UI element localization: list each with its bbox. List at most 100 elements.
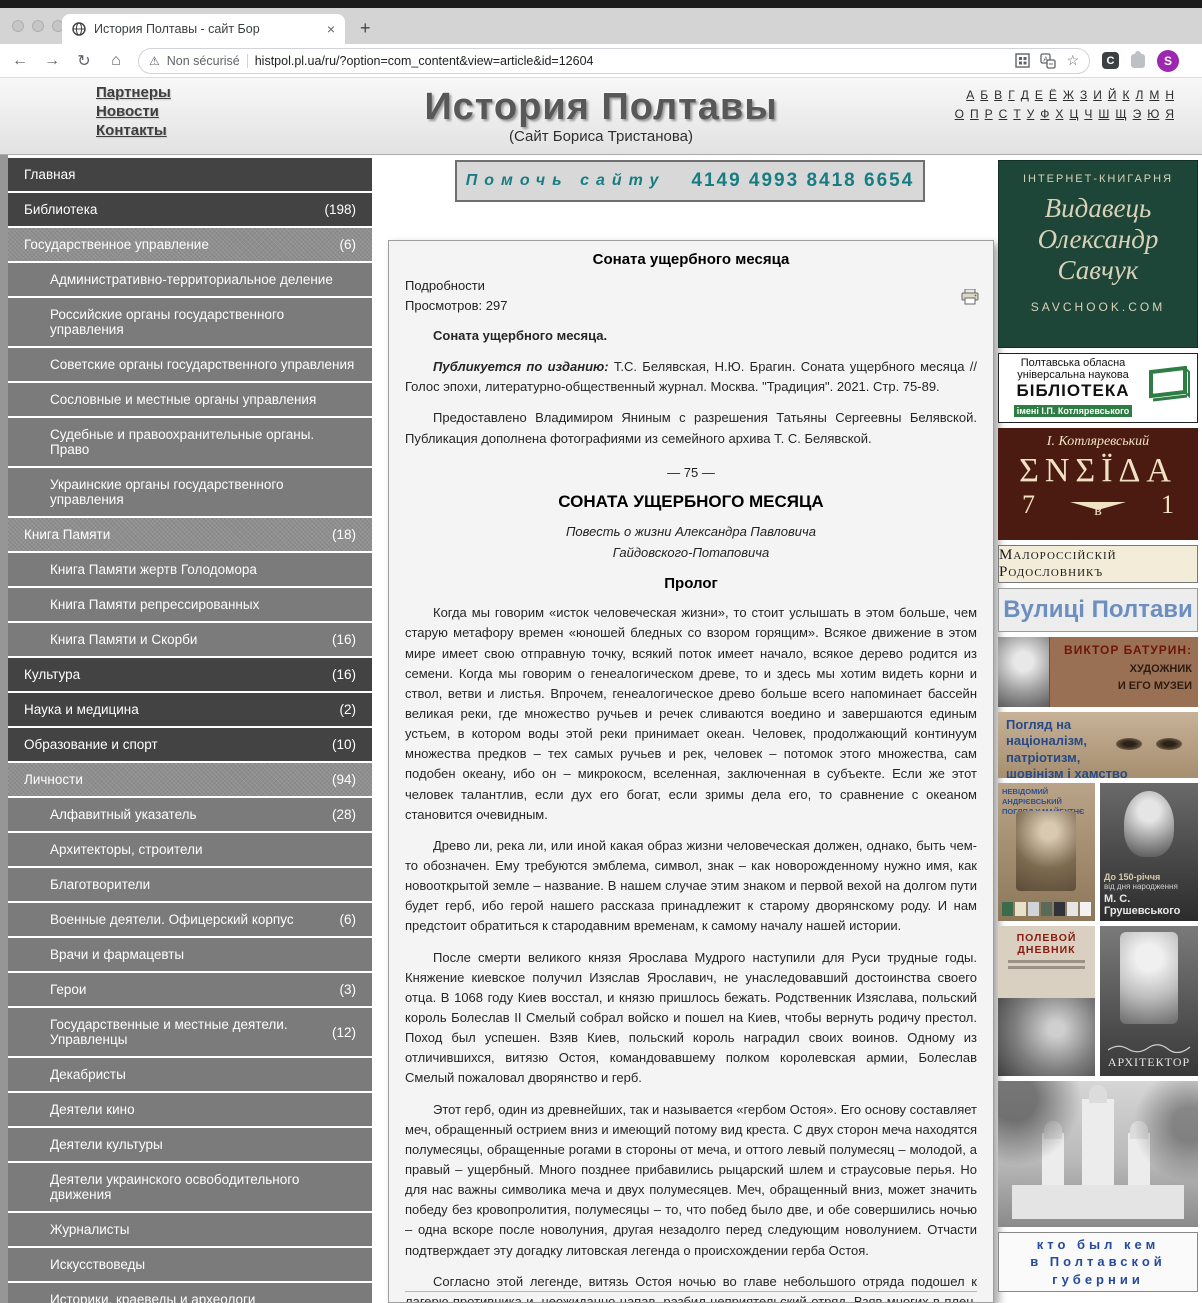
- sidebar-item[interactable]: Деятели кино: [8, 1093, 372, 1126]
- banner-andriievskyi[interactable]: НЕВІДОМИЙ АНДРІЄВСЬКИЙ ПОГЛЯД У МАЙБУТНЄ: [998, 783, 1095, 921]
- banner-rodoslovnik[interactable]: Малороссійскій Родословникъ: [998, 545, 1198, 583]
- banner-baturin[interactable]: ВИКТОР БАТУРИН: ХУДОЖНИК И ЕГО МУЗЕИ: [998, 637, 1198, 707]
- banner-pohliad[interactable]: Погляд на націоналізм, патріотизм, шовін…: [998, 712, 1198, 778]
- pohliad-line4: шовінізм і хамство: [1006, 766, 1190, 778]
- alphabet-letter[interactable]: Ш: [1098, 107, 1109, 121]
- sidebar-item[interactable]: Благотворители: [8, 868, 372, 901]
- alphabet-letter[interactable]: Г: [1008, 88, 1015, 102]
- sidebar-item[interactable]: Главная: [8, 158, 372, 191]
- alphabet-letter[interactable]: М: [1149, 88, 1159, 102]
- sidebar-item[interactable]: Книга Памяти репрессированных: [8, 588, 372, 621]
- reload-icon[interactable]: ↻: [74, 51, 94, 71]
- sidebar-item[interactable]: Судебные и правоохранительные органы. Пр…: [8, 418, 372, 466]
- alphabet-letter[interactable]: Н: [1165, 88, 1174, 102]
- sidebar-item[interactable]: Деятели украинского освободительного дви…: [8, 1163, 372, 1211]
- alphabet-letter[interactable]: Ц: [1069, 107, 1078, 121]
- back-icon[interactable]: ←: [10, 52, 30, 70]
- sidebar-item[interactable]: Культура(16): [8, 658, 372, 691]
- sidebar-item[interactable]: Государственные и местные деятели. Управ…: [8, 1008, 372, 1056]
- banner-arkhitektor[interactable]: АРХІТЕКТОР: [1100, 926, 1198, 1076]
- sidebar-item[interactable]: Алфавитный указатель(28): [8, 798, 372, 831]
- alphabet-letter[interactable]: О: [955, 107, 964, 121]
- profile-avatar[interactable]: S: [1157, 50, 1179, 72]
- baturin-line3: И ЕГО МУЗЕИ: [1056, 678, 1192, 695]
- alphabet-letter[interactable]: Л: [1135, 88, 1143, 102]
- sidebar-item[interactable]: Журналисты: [8, 1213, 372, 1246]
- alphabet-letter[interactable]: Ф: [1040, 107, 1049, 121]
- alphabet-letter[interactable]: Р: [985, 107, 993, 121]
- sidebar-item[interactable]: Врачи и фармацевты: [8, 938, 372, 971]
- alphabet-letter[interactable]: Щ: [1115, 107, 1126, 121]
- minimize-window-button[interactable]: [32, 20, 44, 32]
- alphabet-letter[interactable]: Э: [1133, 107, 1142, 121]
- banner-polevoi-dnevnik[interactable]: ПОЛЕВОЙ ДНЕВНИК: [998, 926, 1095, 1076]
- print-icon[interactable]: [961, 289, 979, 305]
- sidebar-item[interactable]: Герои(3): [8, 973, 372, 1006]
- sidebar-item[interactable]: Российские органы государственного управ…: [8, 298, 372, 346]
- sidebar-item[interactable]: Книга Памяти и Скорби(16): [8, 623, 372, 656]
- banner-vulytsi-poltavy[interactable]: Вулиці Полтави: [998, 588, 1198, 632]
- sidebar-item[interactable]: Архитекторы, строители: [8, 833, 372, 866]
- alphabet-letter[interactable]: К: [1122, 88, 1129, 102]
- sidebar-item[interactable]: Деятели культуры: [8, 1128, 372, 1161]
- browser-tab[interactable]: История Полтавы - сайт Бор ×: [62, 14, 345, 44]
- sidebar-item[interactable]: Сословные и местные органы управления: [8, 383, 372, 416]
- apps-grid-icon[interactable]: [1015, 53, 1030, 68]
- banner-savchook[interactable]: ІНТЕРНЕТ-КНИГАРНЯ Видавець Олександр Сав…: [998, 160, 1198, 348]
- alphabet-letter[interactable]: Й: [1108, 88, 1117, 102]
- alphabet-letter[interactable]: Д: [1021, 88, 1029, 102]
- alphabet-letter[interactable]: Т: [1013, 107, 1020, 121]
- alphabet-letter[interactable]: А: [966, 88, 974, 102]
- alphabet-letter[interactable]: Ж: [1063, 88, 1074, 102]
- alphabet-letter[interactable]: Ё: [1049, 88, 1057, 102]
- sidebar-item[interactable]: Военные деятели. Офицерский корпус(6): [8, 903, 372, 936]
- sidebar-item[interactable]: Государственное управление(6): [8, 228, 372, 261]
- sidebar-item[interactable]: Личности(94): [8, 763, 372, 796]
- andriievskyi-line1: НЕВІДОМИЙ АНДРІЄВСЬКИЙ: [1002, 787, 1091, 807]
- banner-kto-byl-kem[interactable]: кто был кем в Полтавской губернии: [998, 1232, 1198, 1292]
- sidebar-item[interactable]: Административно-территориальное деление: [8, 263, 372, 296]
- sidebar-item[interactable]: Советские органы государственного управл…: [8, 348, 372, 381]
- extensions-puzzle-icon[interactable]: [1131, 54, 1145, 68]
- alphabet-letter[interactable]: С: [999, 107, 1008, 121]
- forward-icon[interactable]: →: [42, 52, 62, 70]
- alphabet-letter[interactable]: Ю: [1147, 107, 1159, 121]
- banner-church-photo[interactable]: [998, 1081, 1198, 1227]
- banner-eneida[interactable]: І. Котляревський ΣΝΣΪΔΑ 7 в 1: [998, 428, 1198, 540]
- url-text[interactable]: histpol.pl.ua/ru/?option=com_content&vie…: [255, 54, 1009, 68]
- alphabet-letter[interactable]: Б: [980, 88, 988, 102]
- url-omnibox[interactable]: ⚠ Non sécurisé histpol.pl.ua/ru/?option=…: [138, 48, 1090, 74]
- alphabet-letter[interactable]: Е: [1035, 88, 1043, 102]
- eneida-title: ΣΝΣΪΔΑ: [998, 452, 1198, 490]
- banner-hrushevskyi[interactable]: До 150-річчя від дня народження М. С. Гр…: [1100, 783, 1198, 921]
- alphabet-letter[interactable]: И: [1093, 88, 1102, 102]
- bookmark-star-icon[interactable]: ☆: [1066, 52, 1079, 69]
- sidebar-item[interactable]: Украинские органы государственного управ…: [8, 468, 372, 516]
- sidebar-item[interactable]: Библиотека(198): [8, 193, 372, 226]
- sidebar-item[interactable]: Книга Памяти(18): [8, 518, 372, 551]
- close-window-button[interactable]: [12, 20, 24, 32]
- church-photo-foliage: [998, 1081, 1198, 1227]
- translate-icon[interactable]: A: [1040, 53, 1056, 69]
- new-tab-button[interactable]: +: [360, 18, 371, 39]
- home-icon[interactable]: ⌂: [106, 52, 126, 70]
- alphabet-letter[interactable]: У: [1027, 107, 1035, 121]
- alphabet-letter[interactable]: Я: [1165, 107, 1174, 121]
- sidebar-item[interactable]: Искусствоведы: [8, 1248, 372, 1281]
- tab-close-icon[interactable]: ×: [327, 21, 335, 37]
- sidebar-item[interactable]: Наука и медицина(2): [8, 693, 372, 726]
- alphabet-letter[interactable]: Х: [1055, 107, 1063, 121]
- extension-c-icon[interactable]: C: [1102, 52, 1119, 69]
- alphabet-letter[interactable]: З: [1080, 88, 1087, 102]
- donate-banner[interactable]: Помочь сайту 4149 4993 8418 6654: [455, 160, 925, 202]
- window-controls[interactable]: [12, 20, 64, 32]
- article-details-link[interactable]: Подробности: [405, 276, 977, 296]
- banner-library[interactable]: Полтавська обласна універсальна наукова …: [998, 353, 1198, 423]
- alphabet-letter[interactable]: П: [970, 107, 979, 121]
- alphabet-letter[interactable]: В: [994, 88, 1002, 102]
- alphabet-letter[interactable]: Ч: [1084, 107, 1092, 121]
- sidebar-item[interactable]: Книга Памяти жертв Голодомора: [8, 553, 372, 586]
- sidebar-item[interactable]: Историки, краеведы и археологи: [8, 1283, 372, 1303]
- sidebar-item[interactable]: Образование и спорт(10): [8, 728, 372, 761]
- sidebar-item[interactable]: Декабристы: [8, 1058, 372, 1091]
